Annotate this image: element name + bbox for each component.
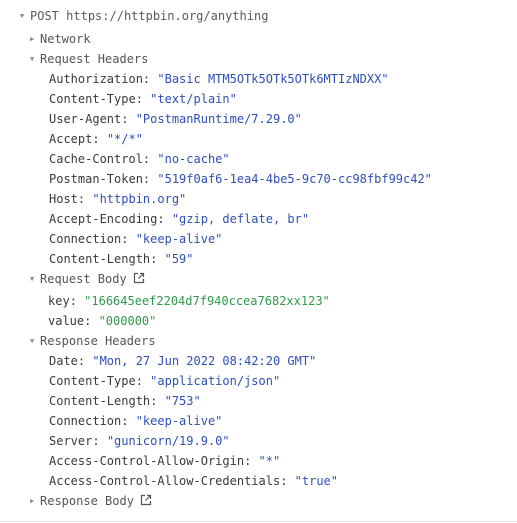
request-body-row: key: "166645eef2204d7f940ccea7682xx123" [48, 294, 330, 308]
request-header-row: Authorization: "Basic MTM5OTk5OTk5OTk6MT… [49, 72, 389, 86]
network-section-title: Network [40, 32, 91, 46]
header-value: "keep-alive" [135, 232, 223, 246]
request-summary-row[interactable]: ▼ POST https://httpbin.org/anything [20, 6, 268, 26]
body-value: "000000" [98, 314, 157, 328]
header-key: Authorization [49, 72, 143, 86]
postman-console-log: ▼ POST https://httpbin.org/anything ▶ Netw… [0, 0, 517, 523]
body-key: value [48, 314, 85, 328]
response-headers-section-title: Response Headers [40, 334, 156, 348]
request-header-row: Host: "httpbin.org" [49, 192, 187, 206]
request-body-section-title: Request Body [40, 272, 127, 286]
body-key: key [48, 294, 70, 308]
triangle-down-icon[interactable]: ▼ [20, 6, 30, 26]
request-headers-section-title: Request Headers [40, 52, 149, 66]
response-header-row: Content-Type: "application/json" [49, 374, 281, 388]
request-headers-section-toggle[interactable]: ▼ Request Headers [30, 49, 148, 69]
header-key: Content-Type [49, 374, 136, 388]
request-header-row: Postman-Token: "519f0af6-1ea4-4be5-9c70-… [49, 172, 432, 186]
header-value: "PostmanRuntime/7.29.0" [135, 112, 302, 126]
request-method: POST [30, 9, 59, 23]
request-body-section-toggle[interactable]: ▼ Request Body [30, 269, 145, 289]
header-key: User-Agent [49, 112, 122, 126]
request-header-row: Content-Type: "text/plain" [49, 92, 237, 106]
header-key: Accept [49, 132, 93, 146]
header-key: Postman-Token [49, 172, 143, 186]
request-header-row: Connection: "keep-alive" [49, 232, 223, 246]
response-header-row: Access-Control-Allow-Origin: "*" [49, 454, 281, 468]
header-key: Date [49, 354, 78, 368]
response-header-row: Server: "gunicorn/19.9.0" [49, 434, 230, 448]
external-link-icon[interactable] [133, 272, 145, 284]
header-key: Cache-Control [49, 152, 143, 166]
header-value: "gzip, deflate, br" [171, 212, 310, 226]
header-value: "59" [164, 252, 194, 266]
triangle-down-icon[interactable]: ▼ [30, 269, 40, 289]
header-value: "httpbin.org" [92, 192, 187, 206]
response-body-section-toggle[interactable]: ▶ Response Body [30, 491, 152, 511]
header-key: Host [49, 192, 78, 206]
header-key: Connection [49, 232, 122, 246]
triangle-down-icon[interactable]: ▼ [30, 49, 40, 69]
header-value: "keep-alive" [135, 414, 223, 428]
header-value: "*/*" [106, 132, 143, 146]
header-key: Access-Control-Allow-Credentials [49, 474, 281, 488]
triangle-down-icon[interactable]: ▼ [30, 331, 40, 351]
triangle-right-icon[interactable]: ▶ [30, 491, 40, 511]
request-header-row: Accept: "*/*" [49, 132, 143, 146]
request-header-row: Accept-Encoding: "gzip, deflate, br" [49, 212, 310, 226]
external-link-icon[interactable] [140, 494, 152, 506]
response-header-row: Access-Control-Allow-Credentials: "true" [49, 474, 338, 488]
request-url: https://httpbin.org/anything [66, 9, 269, 23]
response-header-row: Date: "Mon, 27 Jun 2022 08:42:20 GMT" [49, 354, 317, 368]
request-body-row: value: "000000" [48, 314, 157, 328]
body-value: "166645eef2204d7f940ccea7682xx123" [84, 294, 330, 308]
response-headers-section-toggle[interactable]: ▼ Response Headers [30, 331, 156, 351]
header-value: "519f0af6-1ea4-4be5-9c70-cc98fbf99c42" [157, 172, 432, 186]
header-value: "no-cache" [157, 152, 230, 166]
header-key: Accept-Encoding [49, 212, 158, 226]
request-header-row: Content-Length: "59" [49, 252, 194, 266]
header-key: Content-Length [49, 252, 151, 266]
header-value: "*" [258, 454, 281, 468]
response-header-row: Connection: "keep-alive" [49, 414, 223, 428]
header-key: Connection [49, 414, 122, 428]
header-value: "true" [294, 474, 338, 488]
response-header-row: Content-Length: "753" [49, 394, 201, 408]
header-value: "753" [164, 394, 201, 408]
triangle-right-icon[interactable]: ▶ [30, 29, 40, 49]
header-key: Content-Length [49, 394, 151, 408]
response-body-section-title: Response Body [40, 494, 134, 508]
header-key: Access-Control-Allow-Origin [49, 454, 245, 468]
header-key: Content-Type [49, 92, 136, 106]
header-key: Server [49, 434, 93, 448]
header-value: "Basic MTM5OTk5OTk5OTk6MTIzNDXX" [157, 72, 389, 86]
header-value: "gunicorn/19.9.0" [106, 434, 230, 448]
request-header-row: Cache-Control: "no-cache" [49, 152, 230, 166]
header-value: "text/plain" [150, 92, 237, 106]
request-header-row: User-Agent: "PostmanRuntime/7.29.0" [49, 112, 302, 126]
header-value: "application/json" [150, 374, 281, 388]
header-value: "Mon, 27 Jun 2022 08:42:20 GMT" [92, 354, 317, 368]
divider [0, 521, 517, 522]
network-section-toggle[interactable]: ▶ Network [30, 29, 91, 49]
